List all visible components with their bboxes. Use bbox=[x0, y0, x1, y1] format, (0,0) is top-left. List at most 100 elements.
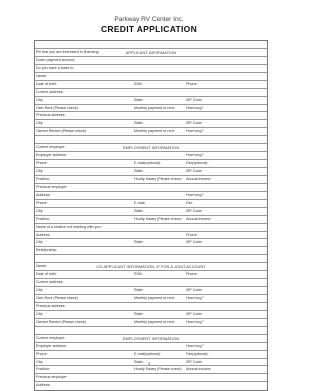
field-label: Down payment amount: bbox=[36, 57, 75, 62]
field-label: Phone: bbox=[186, 81, 198, 86]
form-row: City: State: ZIP Code: bbox=[35, 208, 267, 216]
form-row: City: State: ZIP Code: bbox=[35, 120, 267, 129]
field-label: City: bbox=[36, 288, 44, 293]
section-header: CO-APPLICANT INFORMATION, IF FOR A JOINT… bbox=[35, 255, 267, 269]
form-row: Address: Phone: bbox=[35, 232, 267, 240]
field-label: State: bbox=[134, 240, 144, 245]
field-label: City: bbox=[36, 311, 44, 316]
company-name: Parkway RV Center Inc. bbox=[114, 16, 184, 23]
field-label: Hourly Salary (Please check) bbox=[134, 216, 182, 221]
field-label: ZIP Code: bbox=[186, 169, 203, 173]
form-row: RV that you are interested in financing: bbox=[35, 49, 267, 57]
field-label: How long? bbox=[186, 192, 204, 197]
section-header: APPLICANT INFORMATION bbox=[35, 41, 267, 55]
form-row: Previous address: bbox=[35, 112, 267, 121]
field-label: City: bbox=[36, 240, 44, 245]
field-label: How long? bbox=[186, 105, 204, 110]
field-label: Owned Rented (Please check) bbox=[36, 129, 87, 134]
form-row: Phone: E-mail(optional): Fax(optional): bbox=[35, 160, 267, 168]
form-row: Current employer: bbox=[35, 335, 267, 343]
form-row: Current employer: bbox=[35, 144, 267, 153]
field-label: Current address: bbox=[36, 280, 64, 285]
field-label: State: bbox=[134, 208, 144, 213]
field-label: Previous address: bbox=[36, 113, 66, 118]
form-row: Own Rent (Please check) Monthly payment o… bbox=[35, 295, 267, 303]
form-row: Name: bbox=[35, 263, 267, 272]
field-label: State: bbox=[134, 121, 144, 126]
form-row: Previous employer: bbox=[35, 184, 267, 192]
form-row: Date of birth: SSN: Phone: bbox=[35, 271, 267, 280]
field-label: City: bbox=[36, 208, 44, 213]
field-label: Current employer: bbox=[36, 335, 66, 340]
field-label: State: bbox=[134, 311, 144, 316]
field-label: Own Rent (Please check) bbox=[36, 105, 78, 110]
field-label: Relationship: bbox=[36, 248, 58, 253]
field-label: Own Rent (Please check) bbox=[36, 296, 78, 300]
field-label: Name of a relative not residing with you… bbox=[36, 224, 102, 229]
section-header: EMPLOYMENT INFORMATION bbox=[35, 136, 267, 150]
form-row: City: State: ZIP Code: bbox=[35, 97, 267, 105]
form-row: Name of a relative not residing with you… bbox=[35, 224, 267, 232]
field-label: Name: bbox=[36, 264, 47, 269]
field-label: Fax(optional): bbox=[186, 161, 209, 166]
form-row: Previous employer: bbox=[35, 374, 267, 383]
field-label: ZIP Code: bbox=[186, 97, 203, 102]
field-label: RV that you are interested in financing: bbox=[36, 49, 100, 54]
form-row: Phone: E-mail: Fax: bbox=[35, 200, 267, 208]
field-label: Address: bbox=[36, 192, 51, 197]
form-row: Phone: E-mail(optional): Fax(optional): bbox=[35, 351, 267, 359]
field-label: Monthly payment or rent: bbox=[134, 296, 175, 300]
field-label: Phone: bbox=[186, 232, 198, 237]
field-label: How long? bbox=[186, 129, 204, 134]
field-label: SSN: bbox=[134, 81, 143, 86]
form-row: City: State: ZIP Code: bbox=[35, 168, 267, 176]
field-label: Annual income: bbox=[186, 367, 212, 372]
field-label: Position: bbox=[36, 367, 51, 372]
credit-application-page: Parkway RV Center Inc. CREDIT APPLICATIO… bbox=[0, 0, 298, 391]
section-header: EMPLOYMENT INFORMATION bbox=[35, 327, 267, 341]
field-label: Name: bbox=[36, 73, 47, 78]
page-number: 1 bbox=[147, 361, 151, 366]
field-label: Phone: bbox=[36, 351, 48, 356]
field-label: City: bbox=[36, 121, 44, 126]
field-label: Phone: bbox=[36, 161, 48, 166]
form-header: Parkway RV Center Inc. CREDIT APPLICATIO… bbox=[0, 16, 298, 34]
field-label: Monthly payment or rent: bbox=[134, 319, 175, 324]
form-row: City: State: ZIP Code: bbox=[35, 287, 267, 295]
form-row: Employer address: How long? bbox=[35, 152, 267, 161]
field-label: How long? bbox=[186, 296, 204, 300]
form-row: Current address: bbox=[35, 89, 267, 97]
field-label: Position: bbox=[36, 176, 51, 181]
field-label: E-mail(optional): bbox=[134, 351, 161, 356]
form-row: Down payment amount: bbox=[35, 57, 267, 65]
field-label: Annual income: bbox=[186, 216, 212, 221]
form-row: Date of birth: SSN: Phone: bbox=[35, 81, 267, 89]
form-row: Relationship: bbox=[35, 247, 267, 256]
field-label: Monthly payment or rent: bbox=[134, 129, 175, 134]
field-label: Fax: bbox=[186, 200, 194, 205]
form-row: City: State: ZIP Code: bbox=[35, 239, 267, 248]
form-row: Previous address: bbox=[35, 303, 267, 311]
field-label: Monthly payment or rent: bbox=[134, 105, 175, 110]
form-row: Owned Rented (Please check) Monthly payme… bbox=[35, 319, 267, 327]
field-label: ZIP Code: bbox=[186, 208, 203, 213]
form-title: CREDIT APPLICATION bbox=[100, 24, 198, 34]
field-label: How long? bbox=[186, 343, 204, 348]
form-row: Position: Hourly Salary (Please check) Ann… bbox=[35, 366, 267, 375]
field-label: State: bbox=[134, 169, 144, 173]
field-label: Do you have a trade-in: bbox=[36, 65, 75, 70]
field-label: State: bbox=[134, 288, 144, 293]
form-row: Position: Hourly Salary (Please check) Ann… bbox=[35, 176, 267, 184]
field-label: How long? bbox=[186, 319, 204, 324]
field-label: Date of birth: bbox=[36, 81, 58, 86]
field-label: ZIP Code: bbox=[186, 311, 203, 316]
application-form: APPLICANT INFORMATION RV that you are int… bbox=[34, 40, 268, 391]
field-label: Owned Rented (Please check) bbox=[36, 319, 87, 324]
form-row: Employer address: How long? bbox=[35, 343, 267, 351]
field-label: Fax(optional): bbox=[186, 351, 209, 356]
field-label: Previous employer: bbox=[36, 184, 68, 189]
field-label: Current address: bbox=[36, 89, 64, 94]
field-label: City: bbox=[36, 97, 44, 102]
field-label: ZIP Code: bbox=[186, 240, 203, 245]
field-label: Position: bbox=[36, 216, 51, 221]
